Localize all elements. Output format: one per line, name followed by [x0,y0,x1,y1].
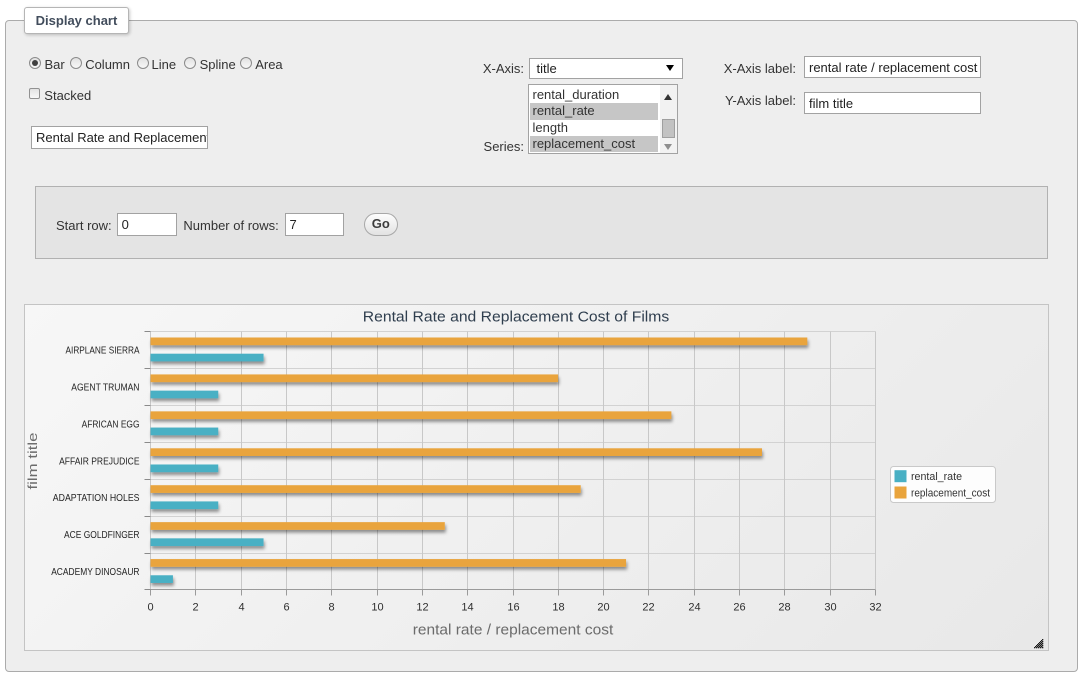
svg-text:AFRICAN EGG: AFRICAN EGG [82,418,140,430]
svg-text:4: 4 [238,602,244,614]
svg-text:20: 20 [597,602,609,614]
svg-text:26: 26 [733,602,745,614]
svg-text:16: 16 [507,602,519,614]
svg-text:32: 32 [869,602,881,614]
svg-text:AIRPLANE SIERRA: AIRPLANE SIERRA [66,344,140,356]
svg-text:rental rate / replacement cost: rental rate / replacement cost [413,622,614,639]
svg-text:18: 18 [552,602,564,614]
svg-text:ACADEMY DINOSAUR: ACADEMY DINOSAUR [51,566,140,578]
svg-text:rental_rate: rental_rate [911,471,962,483]
svg-text:24: 24 [688,602,700,614]
svg-text:ADAPTATION HOLES: ADAPTATION HOLES [53,492,140,504]
svg-text:Rental Rate and Replacement Co: Rental Rate and Replacement Cost of Film… [363,309,670,326]
svg-text:6: 6 [283,602,289,614]
svg-text:replacement_cost: replacement_cost [911,487,990,499]
svg-text:film title: film title [26,432,40,489]
svg-text:14: 14 [461,602,473,614]
svg-text:12: 12 [416,602,428,614]
svg-text:AGENT TRUMAN: AGENT TRUMAN [71,381,139,393]
svg-text:22: 22 [642,602,654,614]
svg-text:8: 8 [328,602,334,614]
svg-text:28: 28 [778,602,790,614]
svg-text:ACE GOLDFINGER: ACE GOLDFINGER [64,529,140,541]
svg-text:2: 2 [192,602,198,614]
svg-text:10: 10 [371,602,383,614]
svg-text:0: 0 [147,602,153,614]
svg-text:AFFAIR PREJUDICE: AFFAIR PREJUDICE [59,455,139,467]
svg-text:30: 30 [824,602,836,614]
